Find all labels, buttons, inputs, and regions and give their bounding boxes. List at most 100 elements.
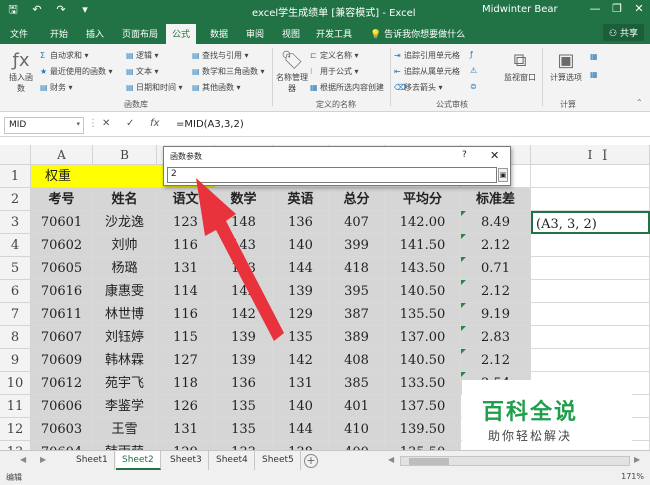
cell-c6[interactable]: 114: [157, 280, 215, 303]
cell-d2-header[interactable]: 数学: [215, 188, 273, 211]
cell-c11[interactable]: 126: [157, 395, 215, 418]
cell-e3[interactable]: 136: [273, 211, 329, 234]
tab-home[interactable]: 开始: [50, 27, 68, 40]
column-header-b[interactable]: B: [93, 145, 157, 165]
cell-e12[interactable]: 144: [273, 418, 329, 441]
redo-icon[interactable]: ↷: [54, 3, 68, 17]
cell-h6[interactable]: 2.12: [461, 280, 531, 303]
trace-dependents-button[interactable]: ⇤ 追踪从属单元格: [394, 66, 460, 77]
undo-icon[interactable]: ↶: [30, 3, 44, 17]
cell-h4[interactable]: 2.12: [461, 234, 531, 257]
cell-d12[interactable]: 135: [215, 418, 273, 441]
cell-c12[interactable]: 131: [157, 418, 215, 441]
cell-c5[interactable]: 131: [157, 257, 215, 280]
cell-a13[interactable]: 70604: [31, 441, 93, 450]
cell-b8[interactable]: 刘钰婷: [93, 326, 157, 349]
cell-f11[interactable]: 401: [329, 395, 385, 418]
name-manager-button[interactable]: 🏷 名称管理器: [276, 50, 308, 94]
recent-functions-button[interactable]: ★ 最近使用的函数 ▾: [40, 66, 113, 77]
cell-g5[interactable]: 143.50: [385, 257, 461, 280]
restore-button[interactable]: ❐: [608, 2, 626, 15]
cell-h5[interactable]: 0.71: [461, 257, 531, 280]
enter-icon[interactable]: ✓: [126, 118, 134, 129]
cell-e13[interactable]: 138: [273, 441, 329, 450]
sheet-tab-2[interactable]: Sheet2: [116, 451, 161, 470]
prev-sheet-icon[interactable]: ◀: [20, 455, 26, 464]
tab-view[interactable]: 视图: [282, 27, 300, 40]
cell-c4[interactable]: 116: [157, 234, 215, 257]
cell-e2-header[interactable]: 英语: [273, 188, 329, 211]
name-box[interactable]: MID ▾: [4, 117, 84, 134]
cell-c9[interactable]: 127: [157, 349, 215, 372]
cell-g4[interactable]: 141.50: [385, 234, 461, 257]
cell-d7[interactable]: 142: [215, 303, 273, 326]
scroll-left-icon[interactable]: ◀: [388, 455, 394, 464]
row-header-6[interactable]: 6: [0, 280, 31, 303]
cell-b12[interactable]: 王雪: [93, 418, 157, 441]
customize-icon[interactable]: ▾: [78, 3, 92, 17]
cell-h7[interactable]: 9.19: [461, 303, 531, 326]
tab-data[interactable]: 数据: [210, 27, 228, 40]
tab-insert[interactable]: 插入: [86, 27, 104, 40]
cell-i8[interactable]: [531, 326, 650, 349]
cell-i7[interactable]: [531, 303, 650, 326]
row-header-3[interactable]: 3: [0, 211, 31, 234]
cell-a3[interactable]: 70601: [31, 211, 93, 234]
lookup-button[interactable]: ▤ 查找与引用 ▾: [192, 50, 249, 61]
cell-h2-header[interactable]: 标准差: [461, 188, 531, 211]
fx-icon[interactable]: fx: [150, 118, 159, 129]
cell-i5[interactable]: [531, 257, 650, 280]
cell-d8[interactable]: 139: [215, 326, 273, 349]
row-header-2[interactable]: 2: [0, 188, 31, 211]
cell-a2-header[interactable]: 考号: [31, 188, 93, 211]
active-cell-i3[interactable]: (A3, 3, 2): [531, 211, 650, 234]
cell-a8[interactable]: 70607: [31, 326, 93, 349]
insert-function-button[interactable]: ƒx 插入函数: [6, 50, 36, 94]
cell-d4[interactable]: 143: [215, 234, 273, 257]
cell-b6[interactable]: 康惠雯: [93, 280, 157, 303]
cell-h3[interactable]: 8.49: [461, 211, 531, 234]
cell-f4[interactable]: 399: [329, 234, 385, 257]
watch-window-button[interactable]: ⧉ 监视窗口: [500, 50, 540, 83]
show-formulas-button[interactable]: ƒ: [470, 50, 480, 59]
error-check-button[interactable]: ⚠: [470, 66, 480, 75]
cell-a6[interactable]: 70616: [31, 280, 93, 303]
add-sheet-button[interactable]: +: [304, 454, 318, 468]
cell-e5[interactable]: 144: [273, 257, 329, 280]
row-header-8[interactable]: 8: [0, 326, 31, 349]
cell-e7[interactable]: 129: [273, 303, 329, 326]
calc-now-button[interactable]: ▦: [590, 52, 600, 61]
cell-c7[interactable]: 116: [157, 303, 215, 326]
cell-h9[interactable]: 2.12: [461, 349, 531, 372]
cell-e6[interactable]: 139: [273, 280, 329, 303]
close-button[interactable]: ✕: [630, 2, 648, 15]
cell-g12[interactable]: 139.50: [385, 418, 461, 441]
cell-f5[interactable]: 418: [329, 257, 385, 280]
scroll-right-icon[interactable]: ▶: [634, 455, 640, 464]
cell-e9[interactable]: 142: [273, 349, 329, 372]
cell-a12[interactable]: 70603: [31, 418, 93, 441]
calc-sheet-button[interactable]: ▦: [590, 70, 600, 79]
cell-d3[interactable]: 148: [215, 211, 273, 234]
cell-e11[interactable]: 140: [273, 395, 329, 418]
cell-g3[interactable]: 142.00: [385, 211, 461, 234]
financial-button[interactable]: ▤ 财务 ▾: [40, 82, 73, 93]
collapse-ribbon-icon[interactable]: ⌃: [636, 98, 643, 107]
row-header-1[interactable]: 1: [0, 165, 31, 188]
cell-c2-header[interactable]: 语文: [157, 188, 215, 211]
math-button[interactable]: ▤ 数学和三角函数 ▾: [192, 66, 265, 77]
remove-arrows-button[interactable]: ⌫移去箭头 ▾: [394, 82, 443, 93]
cell-d13[interactable]: 133: [215, 441, 273, 450]
row-header-5[interactable]: 5: [0, 257, 31, 280]
cell-g13[interactable]: 135.50: [385, 441, 461, 450]
cell-b4[interactable]: 刘帅: [93, 234, 157, 257]
dialog-close-button[interactable]: ✕: [490, 149, 499, 162]
cell-a4[interactable]: 70602: [31, 234, 93, 257]
next-sheet-icon[interactable]: ▶: [40, 455, 46, 464]
cell-f2-header[interactable]: 总分: [329, 188, 385, 211]
cell-i2[interactable]: [531, 188, 650, 211]
cell-b11[interactable]: 李鉴学: [93, 395, 157, 418]
sheet-tab-1[interactable]: Sheet1: [70, 451, 115, 470]
cell-f8[interactable]: 389: [329, 326, 385, 349]
cell-g9[interactable]: 140.50: [385, 349, 461, 372]
